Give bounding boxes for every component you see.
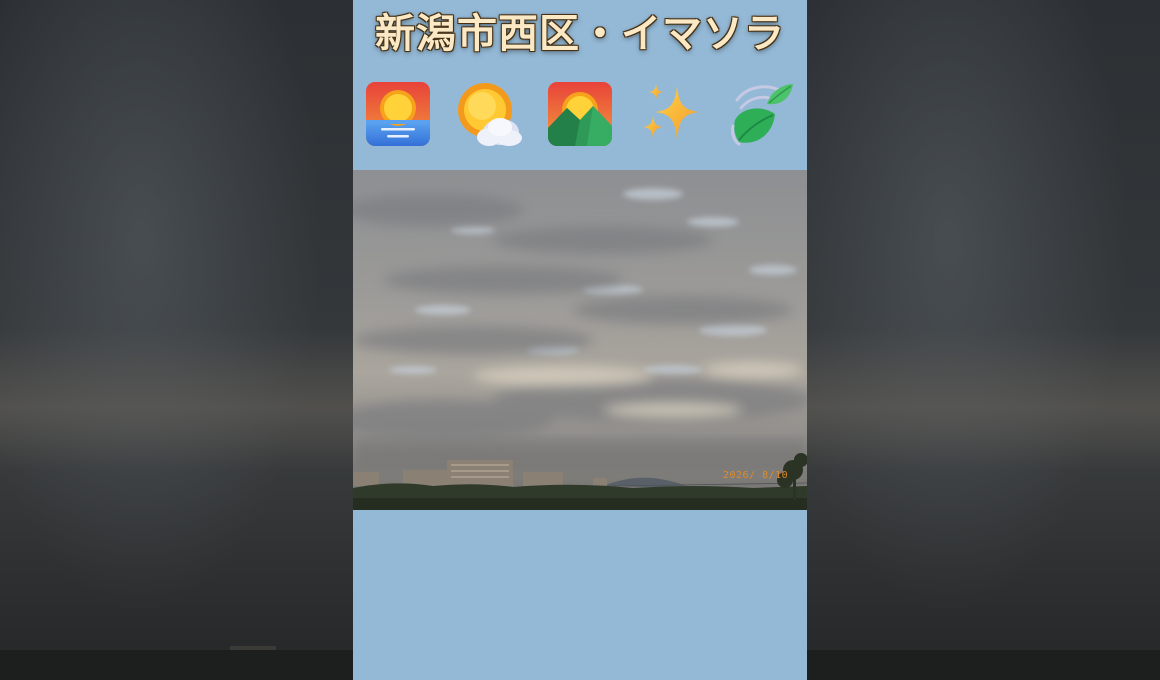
sky-photo: 2026/ 8/10 [353,170,807,510]
sunrise-over-water-icon [365,80,431,148]
backdrop-ground [0,650,353,680]
video-frame: 新潟市西区・イマソラ 2026/ 8/10 [353,0,807,680]
sparkles-icon [635,80,701,148]
right-blurred-backdrop [807,0,1160,680]
emoji-row [365,80,797,148]
cloud-scene [353,170,807,510]
video-title: 新潟市西区・イマソラ [375,10,785,57]
photo-date-stamp: 2026/ 8/10 [723,470,789,481]
left-blurred-backdrop [0,0,353,680]
backdrop-haze [807,330,1160,470]
sun-behind-cloud-icon [455,80,522,148]
leaves-fluttering-icon [727,80,793,148]
backdrop-haze [0,330,353,470]
backdrop-ground [807,650,1160,680]
sunrise-over-mountains-icon [547,80,613,148]
